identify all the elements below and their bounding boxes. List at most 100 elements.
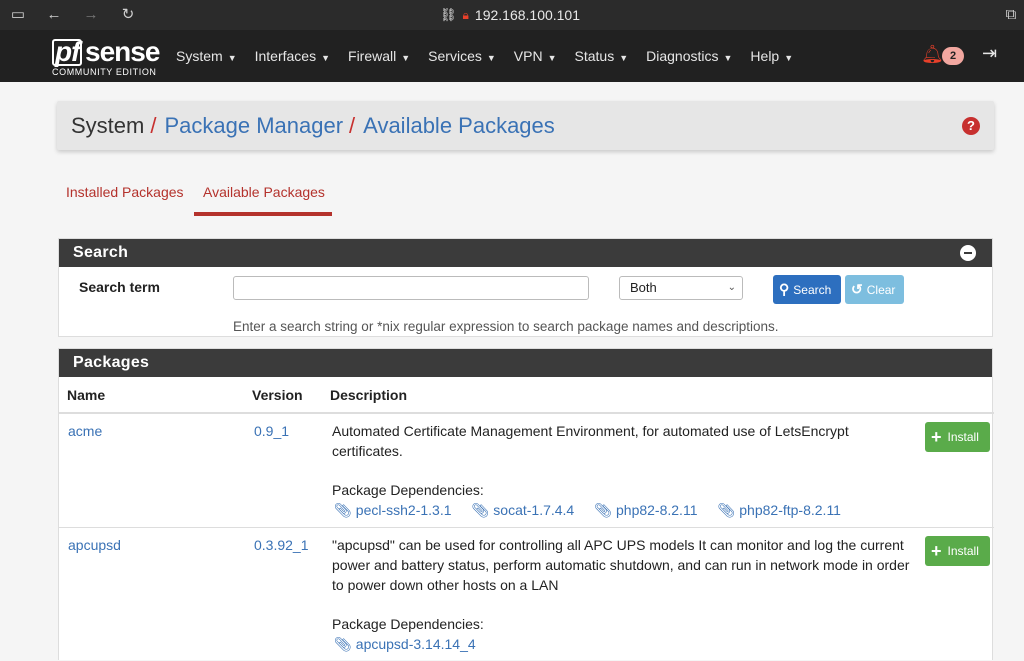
search-input[interactable] — [233, 276, 589, 300]
chevron-down-icon: ▼ — [547, 53, 557, 63]
url-text: 192.168.100.101 — [474, 7, 581, 23]
chevron-down-icon: ⌄ — [727, 282, 736, 293]
active-tab-indicator — [194, 212, 332, 216]
browser-toolbar: ▭ ← → ↻ ⛓ 🔒︎ 192.168.100.101 ⧉ — [0, 0, 1024, 30]
breadcrumb-separator: / — [349, 113, 356, 138]
menu-interfaces[interactable]: Interfaces ▼ — [255, 48, 330, 64]
menu-services[interactable]: Services ▼ — [428, 48, 496, 64]
top-navbar: pf sense COMMUNITY EDITION System ▼ Inter… — [0, 30, 1024, 82]
paperclip-icon: 📎︎ — [471, 502, 490, 518]
paperclip-icon: 📎︎ — [334, 636, 352, 652]
menu-firewall-label: Firewall — [348, 48, 397, 64]
extensions-icon[interactable]: ⧉ — [1002, 6, 1020, 24]
dependency-link[interactable]: 📎︎ pecl-ssh2-1.3.1 — [334, 502, 452, 519]
menu-help[interactable]: Help ▼ — [750, 48, 793, 64]
package-dependencies-label: Package Dependencies: — [332, 616, 484, 632]
menu-vpn[interactable]: VPN ▼ — [514, 48, 557, 64]
menu-firewall[interactable]: Firewall ▼ — [348, 48, 410, 64]
dependency-link[interactable]: 📎︎ php82-8.2.11 — [594, 502, 697, 519]
help-icon[interactable]: ? — [962, 117, 980, 135]
breadcrumb-system: System — [71, 113, 145, 138]
address-bar[interactable]: ⛓ 🔒︎ 192.168.100.101 — [440, 6, 580, 24]
dependency-label: pecl-ssh2-1.3.1 — [355, 502, 452, 518]
dependency-label: apcupsd-3.14.14_4 — [355, 636, 476, 652]
reload-icon[interactable]: ↻ — [119, 6, 137, 24]
search-panel-header: Search — [59, 239, 992, 267]
menu-system-label: System — [176, 48, 223, 64]
plus-icon: + — [931, 427, 942, 447]
search-button-label: Search — [793, 283, 832, 297]
chevron-down-icon: ▼ — [321, 53, 331, 63]
menu-diagnostics-label: Diagnostics — [646, 48, 719, 64]
table-header-divider — [59, 412, 994, 414]
packages-panel-header: Packages — [59, 349, 992, 377]
menu-system[interactable]: System ▼ — [176, 48, 237, 64]
logout-icon[interactable]: ⇥ — [982, 43, 997, 64]
search-scope-select[interactable]: Both ⌄ — [619, 276, 743, 300]
search-button[interactable]: ⚲ Search — [773, 275, 841, 304]
search-scope-value: Both — [630, 280, 657, 295]
package-dependencies: 📎︎ apcupsd-3.14.14_4 — [334, 636, 496, 653]
install-button[interactable]: + Install — [925, 536, 990, 566]
menu-help-label: Help — [750, 48, 780, 64]
breadcrumb-available-packages[interactable]: Available Packages — [363, 113, 555, 138]
menu-status[interactable]: Status ▼ — [575, 48, 629, 64]
package-version-link[interactable]: 0.9_1 — [254, 423, 289, 439]
logo-edition: COMMUNITY EDITION — [52, 67, 157, 77]
tab-available-packages[interactable]: Available Packages — [203, 184, 325, 200]
link-icon: ⛓ — [440, 7, 457, 22]
chevron-down-icon: ▼ — [227, 53, 237, 63]
package-version-link[interactable]: 0.3.92_1 — [254, 537, 309, 553]
logo-pf: pf — [55, 36, 80, 67]
chevron-down-icon: ▼ — [723, 53, 733, 63]
packages-panel-title: Packages — [73, 354, 150, 371]
dependency-link[interactable]: 📎︎ php82-ftp-8.2.11 — [717, 502, 841, 519]
notification-badge[interactable]: 2 — [942, 47, 964, 65]
collapse-icon[interactable] — [960, 245, 976, 261]
column-header-name[interactable]: Name — [67, 387, 105, 403]
row-divider — [59, 527, 994, 528]
pfsense-logo[interactable]: pf sense COMMUNITY EDITION — [52, 36, 162, 77]
dependency-label: php82-8.2.11 — [616, 502, 698, 518]
menu-vpn-label: VPN — [513, 48, 543, 64]
search-hint: Enter a search string or *nix regular ex… — [233, 319, 779, 334]
back-icon[interactable]: ← — [45, 6, 63, 24]
search-term-label: Search term — [79, 279, 160, 295]
package-name-link[interactable]: apcupsd — [68, 537, 121, 553]
install-button[interactable]: + Install — [925, 422, 990, 452]
main-menu: System ▼ Interfaces ▼ Firewall ▼ Services ▼ … — [176, 30, 811, 82]
menu-services-label: Services — [428, 48, 482, 64]
dependency-label: socat-1.7.4.4 — [493, 502, 575, 518]
breadcrumb-package-manager[interactable]: Package Manager — [164, 113, 343, 138]
clear-button-label: Clear — [866, 283, 896, 297]
tab-installed-packages[interactable]: Installed Packages — [66, 184, 184, 200]
chevron-down-icon: ▼ — [401, 53, 411, 63]
plus-icon: + — [931, 541, 942, 561]
table-row: apcupsd 0.3.92_1 "apcupsd" can be used f… — [59, 529, 994, 661]
dependency-link[interactable]: 📎︎ apcupsd-3.14.14_4 — [334, 636, 476, 653]
table-row: acme 0.9_1 Automated Certificate Managem… — [59, 415, 994, 527]
menu-interfaces-label: Interfaces — [254, 48, 317, 64]
insecure-lock-icon: 🔒︎ — [462, 7, 469, 22]
package-name-link[interactable]: acme — [68, 423, 102, 439]
breadcrumb: System / Package Manager / Available Package… — [57, 101, 994, 150]
menu-diagnostics[interactable]: Diagnostics ▼ — [646, 48, 732, 64]
clear-button[interactable]: ↺ Clear — [845, 275, 904, 304]
forward-icon[interactable]: → — [82, 6, 100, 24]
bell-icon[interactable]: 🔔︎ — [921, 44, 944, 65]
logo-sense: sense — [85, 36, 160, 67]
packages-panel: Packages Name Version Description acme 0… — [58, 348, 994, 661]
column-header-version[interactable]: Version — [252, 387, 303, 403]
chevron-down-icon: ▼ — [619, 53, 629, 63]
dependency-link[interactable]: 📎︎ socat-1.7.4.4 — [472, 502, 575, 519]
page-title: System / Package Manager / Available Package… — [71, 113, 555, 139]
package-description: Automated Certificate Management Environ… — [332, 423, 849, 459]
search-panel: Search Search term Both ⌄ ⚲ Search ↺ Clear… — [58, 238, 993, 337]
install-button-label: Install — [947, 430, 979, 444]
dependency-label: php82-ftp-8.2.11 — [739, 502, 841, 518]
search-icon: ⚲ — [779, 281, 790, 297]
column-header-description[interactable]: Description — [330, 387, 407, 403]
sidebar-toggle-icon[interactable]: ▭ — [9, 6, 27, 24]
paperclip-icon: 📎︎ — [334, 502, 352, 518]
chevron-down-icon: ▼ — [784, 53, 794, 63]
